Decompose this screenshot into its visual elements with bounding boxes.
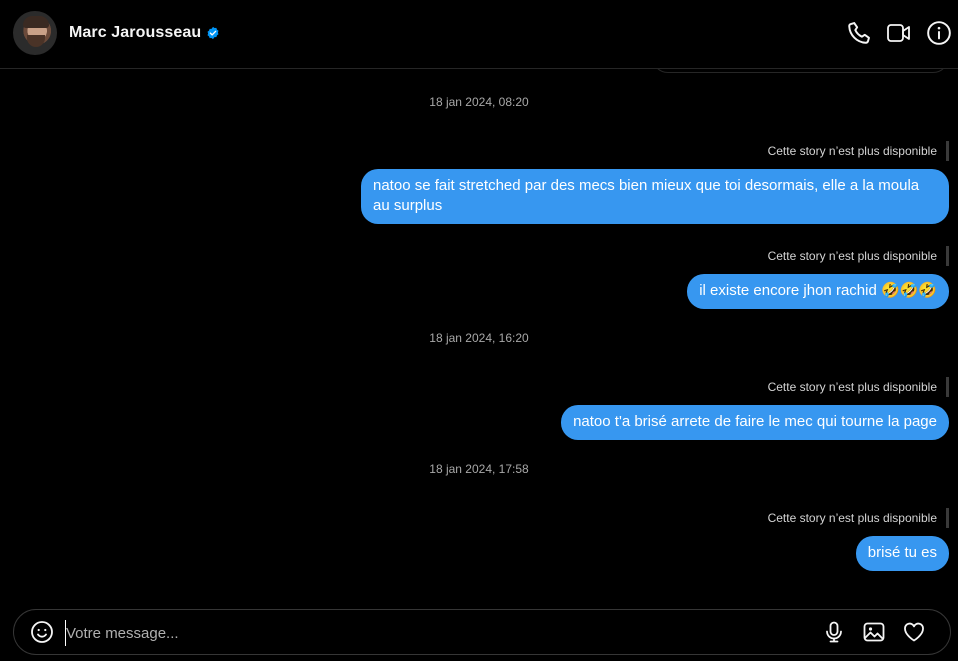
message-input[interactable]: [65, 620, 798, 646]
video-call-icon[interactable]: [886, 20, 912, 46]
message-bubble[interactable]: natoo t'a brisé arrete de faire le mec q…: [561, 405, 949, 440]
story-unavailable-note: Cette story n’est plus disponible: [768, 141, 949, 161]
message-bubble[interactable]: natoo se fait stretched par des mecs bie…: [361, 169, 949, 224]
message-composer: [13, 609, 951, 655]
info-icon[interactable]: [926, 20, 952, 46]
emoji-icon[interactable]: [30, 620, 54, 644]
dm-conversation: Marc Jarousseau 18 jan 2024, 08:20 Cette…: [0, 0, 958, 661]
avatar[interactable]: [13, 11, 57, 55]
message-bubble[interactable]: il existe encore jhon rachid 🤣🤣🤣: [687, 274, 949, 309]
conversation-header: Marc Jarousseau: [0, 0, 958, 69]
story-unavailable-note: Cette story n’est plus disponible: [768, 508, 949, 528]
message-timestamp: 18 jan 2024, 16:20: [429, 331, 529, 345]
image-icon[interactable]: [862, 620, 886, 644]
story-unavailable-note: Cette story n’est plus disponible: [768, 377, 949, 397]
verified-badge-icon: [207, 26, 219, 40]
heart-icon[interactable]: [902, 620, 926, 644]
message-timestamp: 18 jan 2024, 17:58: [429, 462, 529, 476]
message-bubble[interactable]: brisé tu es: [855, 536, 949, 571]
avatar-beard: [27, 35, 45, 47]
contact-name[interactable]: Marc Jarousseau: [69, 24, 201, 42]
avatar-hair: [23, 16, 49, 28]
phone-icon[interactable]: [846, 20, 872, 46]
story-unavailable-note: Cette story n’est plus disponible: [768, 246, 949, 266]
microphone-icon[interactable]: [822, 620, 846, 644]
message-timestamp: 18 jan 2024, 08:20: [429, 95, 529, 109]
